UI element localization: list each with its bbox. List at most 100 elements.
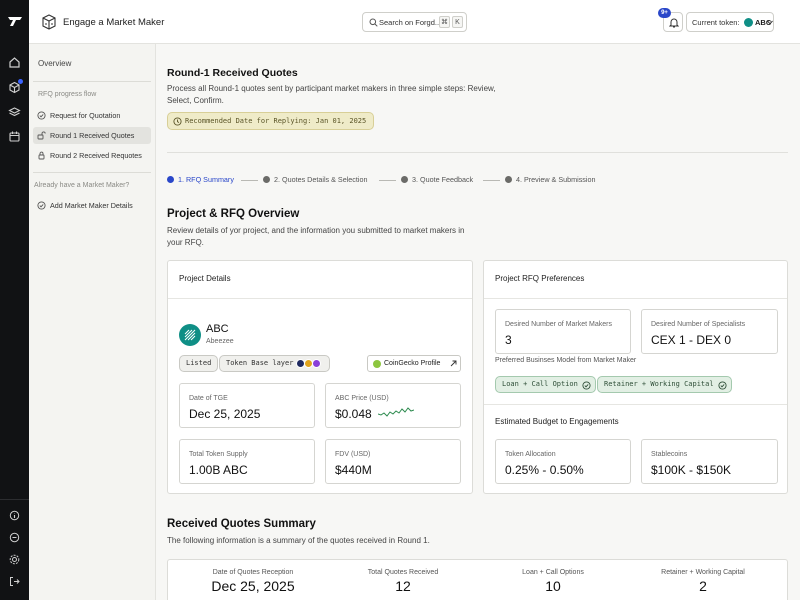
- sidebar-item-label: Round 1 Received Quotes: [50, 131, 135, 140]
- rail-divider: [0, 499, 29, 500]
- spec-label: Desired Number of Specialists: [651, 321, 746, 328]
- card-divider: [168, 298, 472, 299]
- summary-reception-date: Date of Quotes Reception Dec 25, 2025: [188, 569, 318, 594]
- recommended-date-pill: Recommended Date for Replying: Jan 01, 2…: [167, 112, 375, 130]
- project-details-card: Project Details ABC Abeezee Listed Token…: [167, 260, 473, 494]
- step-label: 2. Quotes Details & Selection: [274, 175, 368, 184]
- tge-date-box: Date of TGE Dec 25, 2025: [179, 383, 315, 428]
- gear-icon[interactable]: [8, 553, 21, 566]
- spec-value: CEX 1 - DEX 0: [651, 333, 732, 347]
- sidebar-divider: [33, 81, 151, 82]
- step-dot: [263, 176, 270, 183]
- layers-icon[interactable]: [8, 106, 21, 119]
- step-connector: [241, 180, 258, 181]
- pill-label: Loan + Call Option: [502, 380, 578, 388]
- alloc-label: Token Allocation: [505, 451, 556, 458]
- step-dot: [401, 176, 408, 183]
- coingecko-profile-button[interactable]: CoinGecko Profile: [367, 355, 461, 372]
- summary-value: Dec 25, 2025: [211, 578, 295, 594]
- fdv-box: FDV (USD) $440M: [325, 439, 461, 484]
- step-label: 1. RFQ Summary: [178, 175, 234, 184]
- section-title: Round-1 Received Quotes: [167, 67, 298, 79]
- clock-icon: [173, 117, 182, 126]
- token-allocation-box: Token Allocation 0.25% - 0.50%: [495, 439, 631, 484]
- desired-market-makers-box: Desired Number of Market Makers 3: [495, 309, 631, 354]
- retainer-working-capital-pill: Retainer + Working Capital: [597, 376, 732, 393]
- search-placeholder: Search on Forgd...: [379, 18, 442, 27]
- supply-label: Total Token Supply: [189, 451, 248, 458]
- lock-icon: [38, 151, 45, 160]
- card-divider: [484, 404, 787, 405]
- token-name: ABC: [206, 323, 229, 335]
- tge-label: Date of TGE: [189, 395, 228, 402]
- calendar-icon[interactable]: [8, 130, 21, 143]
- rail-notification-dot: [18, 79, 23, 84]
- sidebar-item-overview[interactable]: Overview: [38, 59, 71, 68]
- stablecoins-box: Stablecoins $100K - $150K: [641, 439, 778, 484]
- card-title: Project RFQ Preferences: [495, 274, 585, 283]
- notification-count-badge: 9+: [658, 8, 671, 18]
- check-circle-icon: [37, 111, 46, 120]
- sidebar-section-have-market-maker: Already have a Market Maker?: [34, 182, 130, 189]
- step-label: 3. Quote Feedback: [412, 175, 474, 184]
- fdv-value: $440M: [335, 463, 372, 477]
- help-icon[interactable]: [8, 531, 21, 544]
- check-circle-icon: [582, 381, 591, 390]
- card-title: Project Details: [179, 274, 231, 283]
- sidebar-item-request-for-quotation[interactable]: Request for Quotation: [33, 107, 151, 124]
- app-logo-icon[interactable]: [7, 15, 23, 27]
- logout-icon[interactable]: [8, 575, 21, 588]
- summary-value: 12: [395, 578, 411, 594]
- tag-label: Token Base layer: [226, 359, 294, 367]
- step-dot: [505, 176, 512, 183]
- section-divider: [167, 152, 788, 153]
- unlock-icon: [37, 131, 46, 140]
- mm-label: Desired Number of Market Makers: [505, 321, 612, 328]
- coingecko-logo-icon: [373, 360, 381, 368]
- sidebar-item-add-market-maker-details[interactable]: Add Market Maker Details: [33, 197, 151, 214]
- sidebar-item-round-2-received-requotes[interactable]: Round 2 Received Requotes: [33, 147, 151, 164]
- summary-title: Received Quotes Summary: [167, 518, 316, 530]
- token-subname: Abeezee: [206, 338, 234, 345]
- total-supply-box: Total Token Supply 1.00B ABC: [179, 439, 315, 484]
- sidebar-item-label: Round 2 Received Requotes: [50, 151, 142, 160]
- home-icon[interactable]: [8, 56, 21, 69]
- mm-value: 3: [505, 333, 512, 347]
- overview-description: Review details of yor project, and the i…: [167, 226, 465, 247]
- chain-logo-icon: [312, 359, 321, 368]
- fdv-label: FDV (USD): [335, 451, 371, 458]
- search-input[interactable]: Search on Forgd... ⌘ K: [362, 12, 467, 32]
- summary-loan-call-options: Loan + Call Options 10: [488, 569, 618, 594]
- current-token-select[interactable]: Current token: ABC: [686, 12, 774, 32]
- price-label: ABC Price (USD): [335, 395, 389, 402]
- summary-value: 10: [545, 578, 561, 594]
- summary-total-quotes: Total Quotes Received 12: [338, 569, 468, 594]
- pill-label: Retainer + Working Capital: [604, 380, 714, 388]
- search-icon: [369, 18, 378, 27]
- price-sparkline: [378, 407, 414, 417]
- app-rail: [0, 0, 29, 600]
- sidebar-divider: [33, 172, 151, 173]
- overview-title: Project & RFQ Overview: [167, 208, 300, 220]
- card-divider: [484, 298, 787, 299]
- top-header: Engage a Market Maker Search on Forgd...…: [29, 0, 800, 44]
- info-icon[interactable]: [8, 509, 21, 522]
- summary-description: The following information is a summary o…: [167, 536, 430, 545]
- stable-label: Stablecoins: [651, 451, 688, 458]
- sidebar: Overview RFQ progress flow Request for Q…: [29, 44, 156, 600]
- page-title: Engage a Market Maker: [63, 17, 165, 28]
- check-circle-icon: [37, 201, 46, 210]
- progress-stepper: 1. RFQ Summary 2. Quotes Details & Selec…: [167, 175, 788, 187]
- token-price-box: ABC Price (USD) $0.048: [325, 383, 461, 428]
- loan-call-option-pill: Loan + Call Option: [495, 376, 596, 393]
- coingecko-label: CoinGecko Profile: [384, 360, 441, 367]
- price-value: $0.048: [335, 407, 372, 421]
- external-link-icon: [450, 360, 457, 367]
- business-model-label: Preferred Businses Model from Market Mak…: [495, 357, 637, 364]
- quotes-summary-card: Date of Quotes Reception Dec 25, 2025 To…: [167, 559, 788, 600]
- summary-label: Loan + Call Options: [522, 569, 584, 576]
- bell-icon: [669, 18, 679, 28]
- summary-label: Retainer + Working Capital: [661, 569, 745, 576]
- supply-value: 1.00B ABC: [189, 463, 248, 477]
- sidebar-item-round-1-received-quotes[interactable]: Round 1 Received Quotes: [33, 127, 151, 144]
